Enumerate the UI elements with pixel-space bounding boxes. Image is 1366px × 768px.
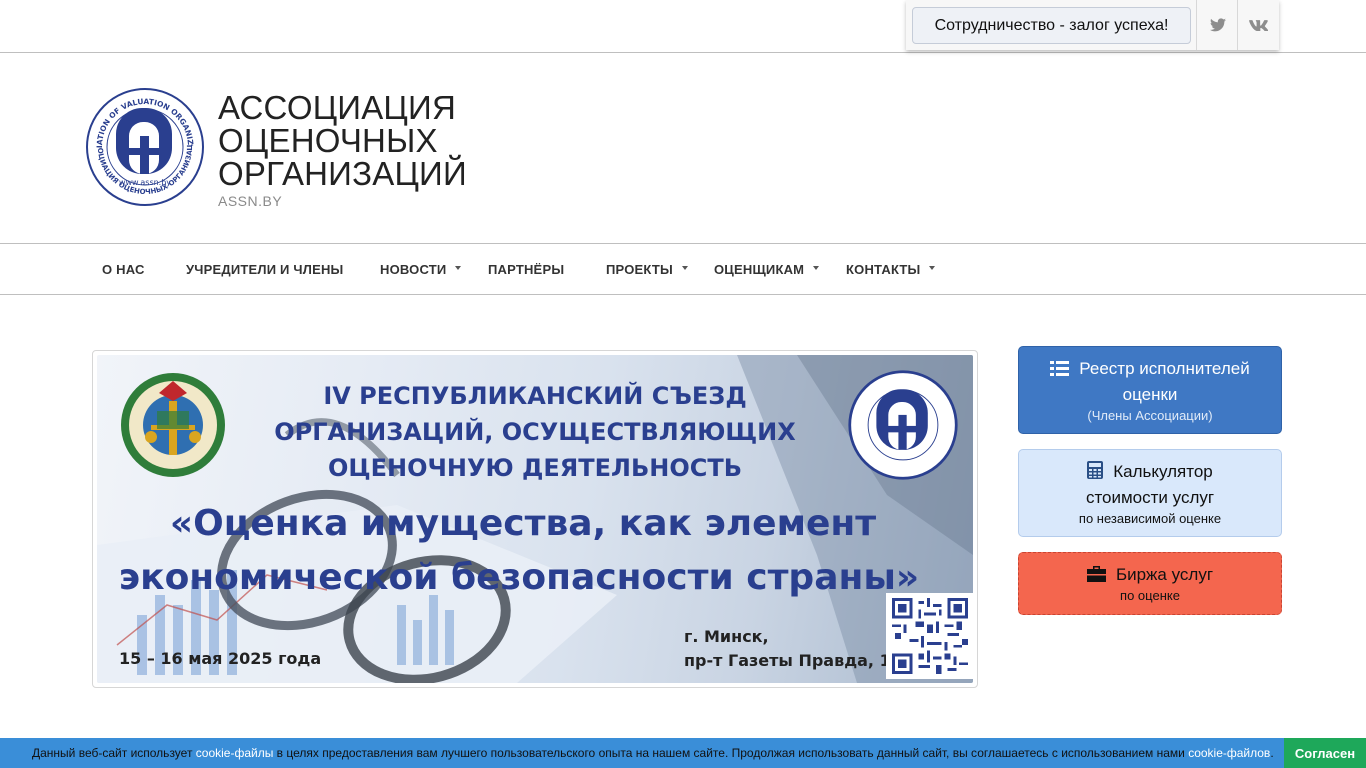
nav-item-about[interactable]: О НАС (102, 244, 145, 294)
banner-heading-line: ОЦЕНОЧНУЮ ДЕЯТЕЛЬНОСТЬ (327, 454, 743, 482)
caret-down-icon (929, 266, 936, 270)
list-icon (1050, 361, 1070, 376)
nav-item-label: ОЦЕНЩИКАМ (714, 261, 805, 277)
cookie-text: Данный веб-сайт использует cookie-файлы … (32, 738, 1274, 768)
registry-button-title: Реестр исполнителей (1019, 356, 1281, 382)
briefcase-icon (1086, 566, 1106, 582)
banner-heading-line: IV РЕСПУБЛИКАНСКИЙ СЪЕЗД (323, 382, 747, 410)
nav-item-label: КОНТАКТЫ (846, 261, 921, 277)
cookie-text-part: . (1270, 746, 1274, 760)
site-title-line: ОРГАНИЗАЦИЙ (218, 155, 467, 192)
site-title[interactable]: АССОЦИАЦИЯ ОЦЕНОЧНЫХ ОРГАНИЗАЦИЙ (218, 91, 467, 190)
association-logo-icon: ASSOCIATION OF VALUATION ORGANIZATIONS А… (81, 79, 204, 206)
twitter-icon (1209, 18, 1226, 32)
services-market-button[interactable]: Биржа услуг по оценке (1018, 552, 1282, 615)
site-subtitle: ASSN.BY (218, 193, 283, 209)
cookie-text-part: Данный веб-сайт использует (32, 746, 196, 760)
cookie-accept-button[interactable]: Согласен (1284, 738, 1366, 768)
calculator-button-title: Калькулятор (1019, 459, 1281, 485)
banner-quote-line: «Оценка имущества, как элемент (169, 503, 877, 544)
site-logo[interactable]: ASSOCIATION OF VALUATION ORGANIZATIONS А… (81, 79, 206, 208)
cookie-banner: Данный веб-сайт использует cookie-файлы … (0, 738, 1366, 768)
banner-slider[interactable]: IV РЕСПУБЛИКАНСКИЙ СЪЕЗД ОРГАНИЗАЦИЙ, ОС… (92, 350, 978, 688)
calculator-button[interactable]: Калькулятор стоимости услуг по независим… (1018, 449, 1282, 537)
qr-code (886, 593, 973, 679)
nav-item-label: О НАС (102, 261, 145, 277)
top-widget: Сотрудничество - залог успеха! (906, 0, 1279, 50)
calculator-icon (1087, 461, 1104, 479)
banner-location: г. Минск, пр-т Газеты Правда, 11 (684, 625, 902, 673)
congress-banner: IV РЕСПУБЛИКАНСКИЙ СЪЕЗД ОРГАНИЗАЦИЙ, ОС… (97, 355, 973, 683)
nav-item-appraisers[interactable]: ОЦЕНЩИКАМ (714, 244, 820, 294)
banner-heading-line: ОРГАНИЗАЦИЙ, ОСУЩЕСТВЛЯЮЩИХ (274, 418, 796, 446)
site-title-line: ОЦЕНОЧНЫХ (218, 122, 438, 159)
calculator-button-label2: стоимости услуг (1085, 488, 1215, 507)
twitter-link[interactable] (1196, 0, 1238, 50)
top-bar: Сотрудничество - залог успеха! (0, 0, 1366, 53)
cookie-text-part: в целях предоставления вам лучшего польз… (273, 746, 1189, 760)
banner-location-line: г. Минск, (684, 627, 769, 646)
banner-location-line: пр-т Газеты Правда, 11 (684, 651, 902, 670)
market-button-label: Биржа услуг (1115, 565, 1214, 584)
caret-down-icon (813, 266, 820, 270)
calculator-button-subtitle: по независимой оценке (1078, 511, 1222, 526)
slogan-button[interactable]: Сотрудничество - залог успеха! (912, 7, 1191, 44)
registry-button-label2: оценки (1122, 385, 1178, 404)
nav-item-label: НОВОСТИ (380, 261, 447, 277)
qr-code-icon (892, 598, 968, 674)
caret-down-icon (455, 266, 462, 270)
svg-text:www.assn.by: www.assn.by (119, 178, 171, 187)
vk-icon (1249, 19, 1268, 31)
main-nav: О НАС УЧРЕДИТЕЛИ И ЧЛЕНЫ НОВОСТИ ПАРТНЁР… (0, 243, 1366, 295)
market-button-title: Биржа услуг (1019, 562, 1281, 588)
nav-item-contacts[interactable]: КОНТАКТЫ (846, 244, 936, 294)
nav-item-label: УЧРЕДИТЕЛИ И ЧЛЕНЫ (186, 261, 344, 277)
market-button-subtitle: по оценке (1120, 588, 1180, 603)
nav-item-label: ПАРТНЁРЫ (488, 261, 565, 277)
cookie-policy-link[interactable]: cookie-файлы (196, 746, 274, 760)
nav-item-partners[interactable]: ПАРТНЁРЫ (488, 244, 564, 294)
registry-button-subtitle: (Члены Ассоциации) (1087, 408, 1213, 423)
registry-button-label: Реестр исполнителей (1079, 359, 1250, 378)
site-title-line: АССОЦИАЦИЯ (218, 89, 456, 126)
banner-quote-line: экономической безопасности страны» (118, 557, 920, 598)
vk-link[interactable] (1237, 0, 1279, 50)
cookie-policy-link[interactable]: cookie-файлов (1188, 746, 1270, 760)
caret-down-icon (681, 266, 688, 270)
nav-item-news[interactable]: НОВОСТИ (380, 244, 462, 294)
nav-item-founders[interactable]: УЧРЕДИТЕЛИ И ЧЛЕНЫ (186, 244, 343, 294)
banner-date: 15 – 16 мая 2025 года (119, 649, 322, 668)
calculator-button-label: Калькулятор (1113, 462, 1213, 481)
registry-button[interactable]: Реестр исполнителей оценки (Члены Ассоци… (1018, 346, 1282, 434)
nav-item-label: ПРОЕКТЫ (606, 261, 673, 277)
nav-item-projects[interactable]: ПРОЕКТЫ (606, 244, 688, 294)
